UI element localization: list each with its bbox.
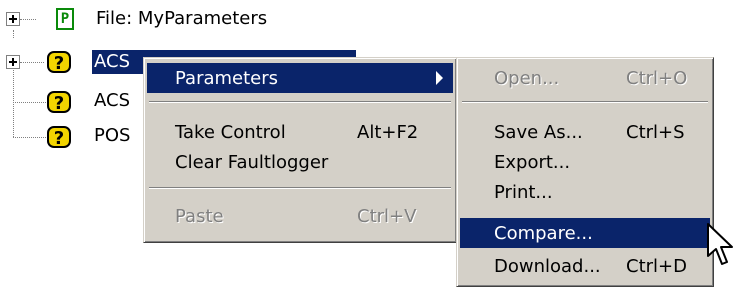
menu-item-paste[interactable]: Paste Ctrl+V bbox=[147, 201, 453, 231]
menu-item-shortcut: Alt+F2 bbox=[357, 121, 419, 143]
tree-connector bbox=[20, 19, 36, 20]
tree-item-label: ACS bbox=[94, 51, 130, 72]
menu-item-clear-faultlogger[interactable]: Clear Faultlogger bbox=[147, 147, 453, 177]
menu-item-label: Compare... bbox=[494, 222, 593, 244]
question-mark-icon: ? bbox=[47, 91, 71, 114]
mouse-pointer-icon bbox=[707, 223, 733, 265]
tree-item-acs[interactable]: ACS bbox=[94, 90, 130, 111]
svg-text:?: ? bbox=[54, 53, 64, 74]
tree-expand-button[interactable] bbox=[6, 55, 20, 69]
question-mark-icon: ? bbox=[47, 51, 71, 74]
menu-separator bbox=[462, 101, 708, 103]
menu-item-label: Save As... bbox=[494, 121, 583, 143]
menu-item-export[interactable]: Export... bbox=[460, 147, 710, 177]
tree-item-pos[interactable]: POS bbox=[94, 125, 130, 146]
menu-item-label: Parameters bbox=[175, 67, 279, 89]
tree-connector bbox=[13, 30, 14, 38]
menu-item-label: Clear Faultlogger bbox=[175, 151, 329, 173]
menu-item-save-as[interactable]: Save As... Ctrl+S bbox=[460, 117, 710, 147]
tree-expand-button[interactable] bbox=[6, 12, 20, 26]
parameters-submenu: Open... Ctrl+O Save As... Ctrl+S Export.… bbox=[456, 57, 714, 287]
menu-separator bbox=[149, 101, 451, 103]
menu-separator bbox=[149, 187, 451, 189]
menu-item-label: Download... bbox=[494, 255, 601, 277]
menu-item-shortcut: Ctrl+O bbox=[626, 67, 688, 89]
menu-item-download[interactable]: Download... Ctrl+D bbox=[460, 251, 710, 281]
menu-item-take-control[interactable]: Take Control Alt+F2 bbox=[147, 117, 453, 147]
menu-item-shortcut: Ctrl+D bbox=[626, 255, 687, 277]
menu-item-compare[interactable]: Compare... bbox=[460, 218, 710, 248]
menu-item-label: Open... bbox=[494, 67, 560, 89]
parameter-file-icon: P bbox=[56, 8, 74, 30]
tree-connector bbox=[13, 137, 50, 138]
tree-item-file[interactable]: File: MyParameters bbox=[96, 8, 267, 29]
tree-connector bbox=[13, 102, 50, 103]
menu-item-label: Export... bbox=[494, 151, 571, 173]
menu-item-label: Take Control bbox=[175, 121, 286, 143]
svg-text:?: ? bbox=[54, 93, 64, 114]
tree-connector bbox=[20, 62, 44, 63]
triangle-right-icon bbox=[436, 71, 443, 85]
menu-item-open[interactable]: Open... Ctrl+O bbox=[460, 63, 710, 93]
menu-item-label: Print... bbox=[494, 181, 553, 203]
menu-item-shortcut: Ctrl+S bbox=[626, 121, 685, 143]
context-menu: Parameters Take Control Alt+F2 Clear Fau… bbox=[143, 57, 457, 243]
menu-item-print[interactable]: Print... bbox=[460, 177, 710, 207]
question-mark-icon: ? bbox=[47, 126, 71, 149]
menu-item-parameters[interactable]: Parameters bbox=[147, 63, 453, 93]
menu-item-shortcut: Ctrl+V bbox=[357, 205, 417, 227]
svg-text:?: ? bbox=[54, 128, 64, 149]
menu-item-label: Paste bbox=[175, 205, 224, 227]
